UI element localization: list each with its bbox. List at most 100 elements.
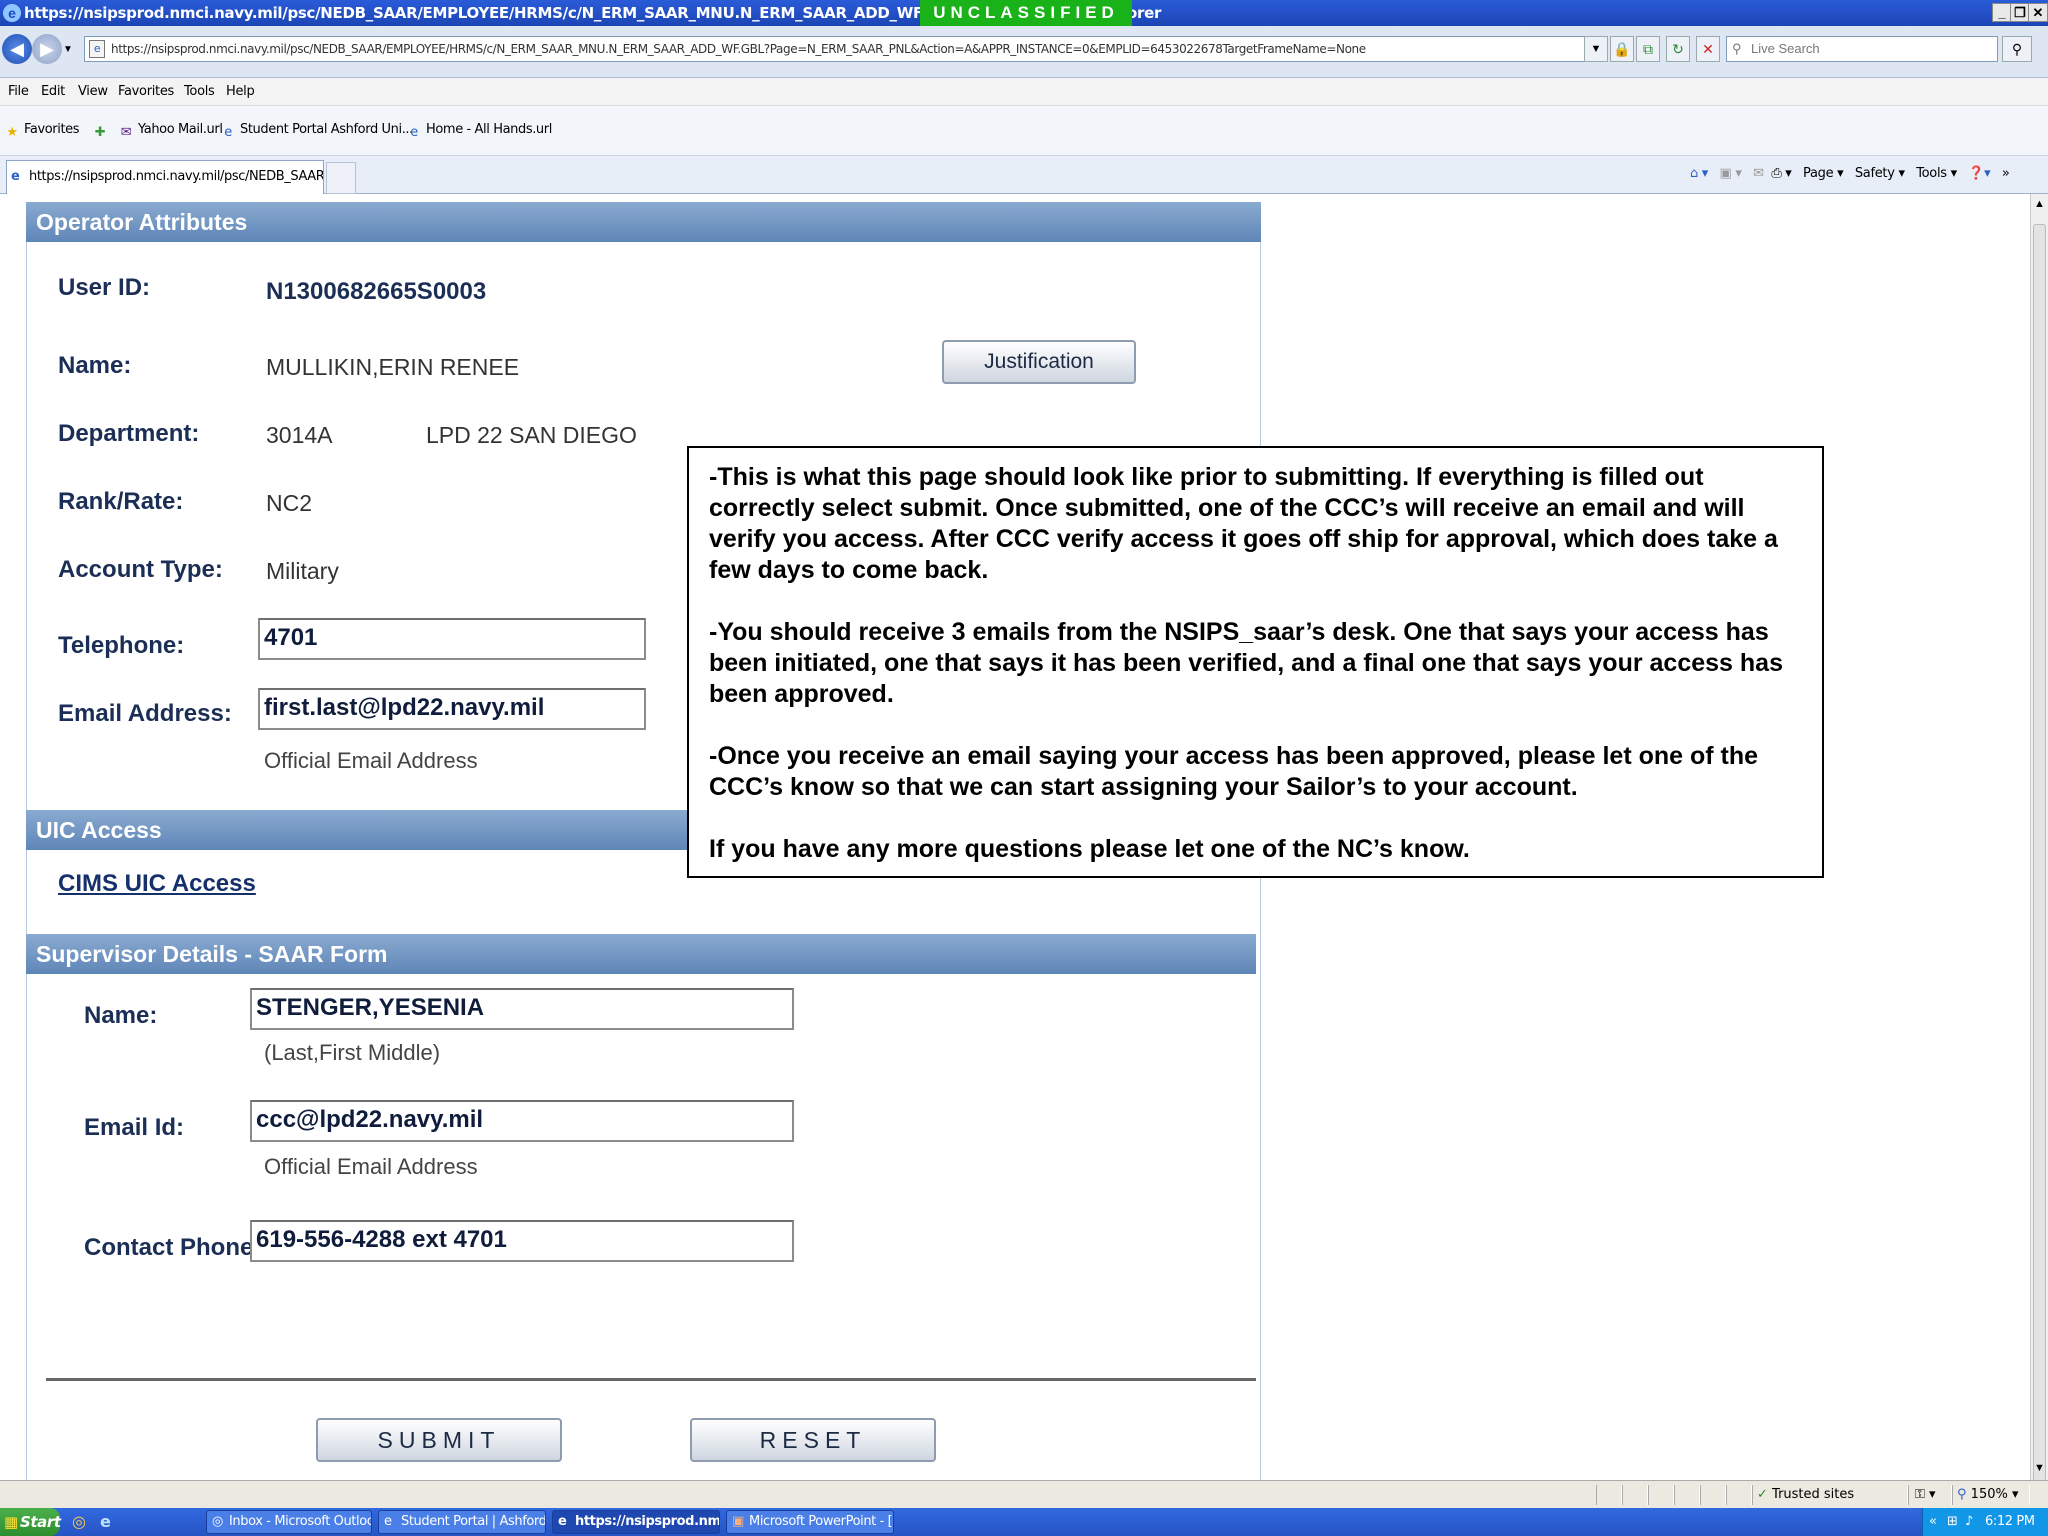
refresh-icon[interactable]: ↻ bbox=[1666, 36, 1690, 62]
favorites-label: Favorites bbox=[24, 122, 80, 137]
new-tab-button[interactable] bbox=[326, 162, 356, 194]
supervisor-email-input[interactable]: ccc@lpd22.navy.mil bbox=[250, 1100, 794, 1142]
task-outlook[interactable]: ◎ Inbox - Microsoft Outlook bbox=[206, 1510, 372, 1534]
ie-logo-icon: e bbox=[3, 4, 21, 22]
menu-file[interactable]: File bbox=[8, 84, 29, 99]
menu-view[interactable]: View bbox=[78, 84, 108, 99]
back-button[interactable]: ◀ bbox=[2, 34, 32, 64]
forward-button[interactable]: ▶ bbox=[32, 34, 62, 64]
task-student-portal[interactable]: e Student Portal | Ashford ... bbox=[378, 1510, 546, 1534]
status-cell bbox=[1700, 1485, 1726, 1505]
tray-expand-icon[interactable]: « bbox=[1929, 1508, 1937, 1536]
tools-menu-label: Tools bbox=[1916, 166, 1947, 181]
zone-label: Trusted sites bbox=[1772, 1487, 1855, 1502]
history-dropdown-icon[interactable]: ▼ bbox=[63, 44, 73, 55]
vertical-scrollbar[interactable]: ▲ ▼ bbox=[2030, 194, 2048, 1484]
print-icon[interactable]: ⎙ ▾ bbox=[1771, 166, 1791, 181]
page-icon: e bbox=[89, 40, 105, 58]
search-input[interactable]: ⚲ Live Search bbox=[1726, 36, 1998, 62]
safety-menu-label: Safety bbox=[1854, 166, 1895, 181]
department-name: LPD 22 SAN DIEGO bbox=[426, 422, 637, 448]
address-field[interactable]: e https://nsipsprod.nmci.navy.mil/psc/NE… bbox=[84, 36, 1600, 62]
add-favorite-button[interactable]: ✚ bbox=[92, 122, 112, 141]
reset-button[interactable]: RESET bbox=[690, 1418, 936, 1462]
minimize-button[interactable]: _ bbox=[1992, 3, 2012, 22]
favorites-button[interactable]: ★ Favorites bbox=[4, 122, 79, 141]
search-go-icon[interactable]: ⚲ bbox=[2002, 36, 2032, 62]
section-header-operator: Operator Attributes bbox=[26, 202, 1261, 242]
home-icon[interactable]: ⌂ ▾ bbox=[1690, 166, 1708, 181]
system-tray: « ⊞ ♪ 6:12 PM bbox=[1922, 1508, 2048, 1536]
tab-active[interactable]: e https://nsipsprod.nmci.navy.mil/psc/NE… bbox=[6, 160, 324, 194]
department-code: 3014A bbox=[266, 422, 333, 448]
account-type-label: Account Type: bbox=[58, 556, 223, 583]
zoom-control[interactable]: ⚲ 150% ▾ bbox=[1952, 1485, 2030, 1505]
clock[interactable]: 6:12 PM bbox=[1985, 1514, 2035, 1529]
volume-icon[interactable]: ♪ bbox=[1965, 1508, 1973, 1536]
section-header-supervisor: Supervisor Details - SAAR Form bbox=[26, 934, 1256, 974]
compatibility-icon[interactable]: ⧉ bbox=[1636, 36, 1660, 62]
zoom-level: 150% bbox=[1970, 1487, 2008, 1502]
menu-help[interactable]: Help bbox=[226, 84, 255, 99]
read-mail-icon[interactable]: ✉ bbox=[1753, 166, 1764, 181]
page-menu-label: Page bbox=[1803, 166, 1834, 181]
justification-button[interactable]: Justification bbox=[942, 340, 1136, 384]
status-cell bbox=[1648, 1485, 1674, 1505]
lock-icon[interactable]: 🔒 bbox=[1610, 36, 1634, 62]
favorite-yahoo-mail[interactable]: ✉ Yahoo Mail.url bbox=[118, 122, 223, 141]
supervisor-name-label: Name: bbox=[84, 1002, 158, 1029]
submit-button[interactable]: SUBMIT bbox=[316, 1418, 562, 1462]
safety-menu[interactable]: Safety ▾ bbox=[1855, 166, 1905, 181]
tab-title: https://nsipsprod.nmci.navy.mil/psc/NEDB… bbox=[29, 169, 324, 184]
menu-bar: File Edit View Favorites Tools Help bbox=[0, 78, 2048, 106]
name-value: MULLIKIN,ERIN RENEE bbox=[266, 354, 520, 380]
email-address-input[interactable]: first.last@lpd22.navy.mil bbox=[258, 688, 646, 730]
contact-phone-input[interactable]: 619-556-4288 ext 4701 bbox=[250, 1220, 794, 1262]
restore-button[interactable]: ❐ bbox=[2010, 3, 2030, 22]
address-dropdown-icon[interactable]: ▼ bbox=[1584, 36, 1608, 62]
network-icon[interactable]: ⊞ bbox=[1947, 1508, 1958, 1536]
protected-mode-icon[interactable]: ⚿ ▾ bbox=[1908, 1485, 1952, 1505]
rank-value: NC2 bbox=[266, 490, 313, 516]
classification-banner: UNCLASSIFIED bbox=[920, 0, 1132, 26]
command-bar: ⌂ ▾ ▣ ▾ ✉ ⎙ ▾ Page ▾ Safety ▾ Tools ▾ ❓▾… bbox=[1690, 166, 2010, 181]
task-label: Inbox - Microsoft Outlook bbox=[229, 1514, 372, 1529]
ie-page-icon: e bbox=[410, 125, 418, 140]
contact-phone-label: Contact Phone: bbox=[84, 1234, 262, 1261]
close-window-button[interactable]: ✕ bbox=[2028, 3, 2048, 22]
menu-edit[interactable]: Edit bbox=[41, 84, 65, 99]
address-toolbar: ◀ ▶ ▼ e https://nsipsprod.nmci.navy.mil/… bbox=[0, 26, 2048, 78]
windows-logo-icon: ▦ bbox=[4, 1513, 18, 1531]
task-powerpoint[interactable]: ▣ Microsoft PowerPoint - [... bbox=[726, 1510, 894, 1534]
task-label: Microsoft PowerPoint - [... bbox=[749, 1514, 894, 1529]
cims-uic-access-link[interactable]: CIMS UIC Access bbox=[58, 870, 256, 898]
feeds-icon[interactable]: ▣ ▾ bbox=[1720, 166, 1742, 181]
page-menu[interactable]: Page ▾ bbox=[1803, 166, 1844, 181]
star-icon: ★ bbox=[6, 125, 18, 140]
add-favorite-icon: ✚ bbox=[94, 125, 106, 140]
supervisor-name-input[interactable]: STENGER,YESENIA bbox=[250, 988, 794, 1030]
menu-favorites[interactable]: Favorites bbox=[118, 84, 174, 99]
chevron-right-icon[interactable]: » bbox=[2002, 166, 2010, 181]
scroll-up-icon[interactable]: ▲ bbox=[2034, 198, 2045, 210]
tools-menu[interactable]: Tools ▾ bbox=[1916, 166, 1957, 181]
favorite-all-hands[interactable]: e Home - All Hands.url bbox=[406, 122, 552, 141]
start-label: Start bbox=[20, 1513, 61, 1531]
stop-icon[interactable]: ✕ bbox=[1696, 36, 1720, 62]
scroll-thumb[interactable] bbox=[2033, 224, 2046, 1484]
outlook-quicklaunch-icon[interactable]: ◎ bbox=[72, 1512, 86, 1531]
scroll-down-icon[interactable]: ▼ bbox=[2034, 1462, 2045, 1474]
search-icon: ⚲ bbox=[1732, 41, 1742, 56]
security-zone[interactable]: ✓ Trusted sites bbox=[1752, 1485, 1908, 1505]
favorite-student-portal[interactable]: e Student Portal Ashford Uni... bbox=[220, 122, 413, 141]
menu-tools[interactable]: Tools bbox=[184, 84, 215, 99]
favorite-label: Student Portal Ashford Uni... bbox=[240, 122, 413, 137]
ie-quicklaunch-icon[interactable]: e bbox=[100, 1512, 111, 1531]
callout-paragraph: -You should receive 3 emails from the NS… bbox=[709, 618, 1783, 708]
favorites-bar: ★ Favorites ✚ ✉ Yahoo Mail.url e Student Po… bbox=[0, 106, 2048, 156]
help-icon[interactable]: ❓▾ bbox=[1968, 166, 1990, 181]
task-nsips-browser[interactable]: e https://nsipsprod.nm... bbox=[552, 1510, 720, 1534]
checkmark-icon: ✓ bbox=[1757, 1487, 1768, 1502]
telephone-input[interactable]: 4701 bbox=[258, 618, 646, 660]
start-button[interactable]: ▦ Start bbox=[0, 1508, 61, 1536]
